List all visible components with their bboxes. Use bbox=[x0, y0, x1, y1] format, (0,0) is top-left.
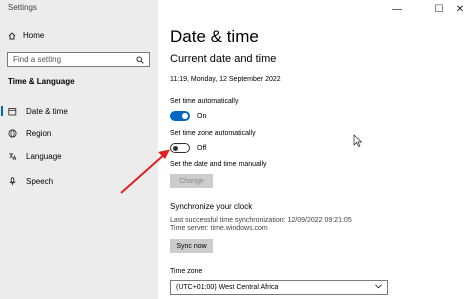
home-icon bbox=[8, 31, 16, 40]
set-time-auto-toggle[interactable] bbox=[170, 111, 190, 121]
microphone-icon bbox=[8, 176, 17, 186]
home-nav-item[interactable]: Home bbox=[8, 31, 44, 40]
set-time-auto-label: Set time automatically bbox=[170, 98, 239, 105]
sidebar-item-label: Date & time bbox=[26, 106, 68, 116]
page-title: Date & time bbox=[170, 27, 259, 46]
search-icon[interactable] bbox=[136, 51, 144, 69]
set-timezone-auto-label: Set time zone automatically bbox=[170, 130, 256, 137]
sidebar-item-label: Speech bbox=[26, 176, 54, 186]
set-timezone-auto-state: Off bbox=[197, 144, 207, 152]
date-time-icon bbox=[8, 107, 17, 116]
language-icon bbox=[8, 152, 17, 161]
sidebar-item-region[interactable]: Region bbox=[0, 125, 158, 141]
sidebar-item-language[interactable]: Language bbox=[0, 148, 158, 164]
main-content: Date & time Current date and time 11:19,… bbox=[158, 0, 474, 299]
time-zone-label: Time zone bbox=[170, 268, 203, 275]
sidebar-item-speech[interactable]: Speech bbox=[0, 173, 158, 189]
set-time-auto-state: On bbox=[197, 112, 207, 120]
search-input[interactable] bbox=[13, 55, 131, 64]
manual-set-label: Set the date and time manually bbox=[170, 161, 267, 168]
set-time-auto-row: On bbox=[170, 111, 206, 121]
sync-now-button[interactable]: Sync now bbox=[170, 239, 213, 253]
set-timezone-auto-row: Off bbox=[170, 143, 206, 153]
sidebar-item-label: Language bbox=[26, 151, 62, 161]
current-datetime: 11:19, Monday, 12 September 2022 bbox=[170, 76, 281, 83]
set-timezone-auto-toggle[interactable] bbox=[170, 143, 190, 153]
section-label: Time & Language bbox=[8, 77, 75, 86]
last-sync-text: Last successful time synchronization: 12… bbox=[170, 217, 352, 224]
sidebar: Settings Home Time & Language Date & tim… bbox=[0, 0, 158, 299]
change-button[interactable]: Change bbox=[170, 174, 213, 188]
search-box[interactable] bbox=[7, 52, 150, 67]
time-zone-select[interactable]: (UTC+01:00) West Central Africa bbox=[170, 280, 388, 295]
home-label: Home bbox=[23, 31, 45, 40]
sync-clock-heading: Synchronize your clock bbox=[170, 202, 253, 211]
time-server-text: Time server: time.windows.com bbox=[170, 225, 268, 232]
sidebar-item-date-time[interactable]: Date & time bbox=[0, 103, 158, 119]
globe-icon bbox=[8, 129, 17, 138]
current-date-heading: Current date and time bbox=[170, 53, 277, 65]
chevron-down-icon bbox=[375, 284, 382, 291]
time-zone-value: (UTC+01:00) West Central Africa bbox=[176, 284, 279, 291]
sidebar-item-label: Region bbox=[26, 128, 52, 138]
app-title: Settings bbox=[8, 3, 37, 12]
